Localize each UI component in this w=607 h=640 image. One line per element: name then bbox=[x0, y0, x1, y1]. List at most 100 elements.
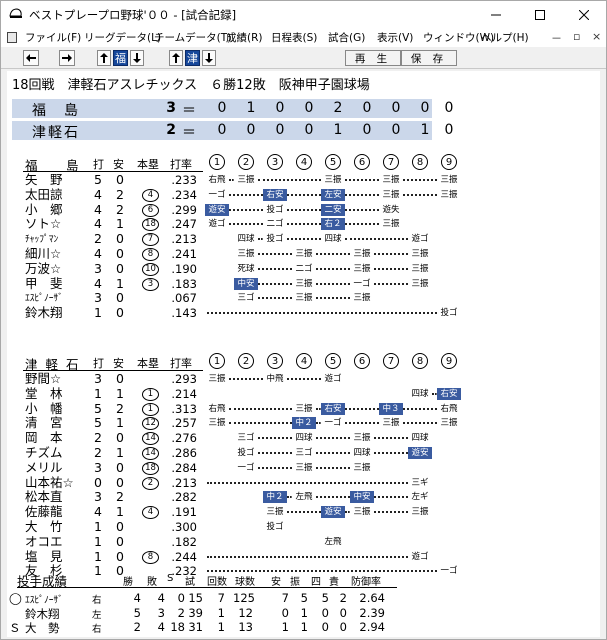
dotted-connector bbox=[403, 179, 437, 181]
home-runs: 7 bbox=[142, 233, 159, 247]
at-bat-result: 三振 bbox=[411, 263, 429, 274]
away-player-row[interactable]: 松本直 3 2 .282 中２ 左飛 中安 左ギ bbox=[7, 490, 600, 505]
at-bat-result: 四球 bbox=[411, 433, 429, 444]
next-button[interactable] bbox=[59, 50, 75, 66]
away-player-row[interactable]: 塩 見 1 0 8 .244 遊ゴ bbox=[7, 548, 600, 564]
dotted-connector bbox=[207, 555, 408, 558]
menu-schedule[interactable]: 日程表(S) bbox=[271, 30, 317, 45]
home-team-button[interactable]: 福 bbox=[113, 50, 128, 66]
at-bats: 4 bbox=[94, 504, 102, 520]
hits: 2 bbox=[116, 400, 124, 416]
home-player-row[interactable]: ｴｽﾋﾟﾉｰｻﾞ 3 0.067 三ゴ 三振 三振 bbox=[7, 291, 600, 306]
minimize-button[interactable] bbox=[474, 1, 518, 28]
close-button[interactable] bbox=[562, 1, 606, 28]
away-player-row[interactable]: メリル 3 0 18 .284 一ゴ 三振 三振 bbox=[7, 460, 600, 475]
menu-team-data[interactable]: チームデータ(T) bbox=[154, 30, 231, 45]
home-runs: 6 bbox=[142, 203, 159, 217]
losses: 4 bbox=[157, 591, 165, 605]
home-player-row[interactable]: 小 郷 4 2 6 .299 遊安 投ゴ 二安 遊失 bbox=[7, 202, 600, 217]
pitcher-row[interactable]: Ｓ大 勢右 2 4 18 31 1 13 1 1 0 0 2.94 bbox=[7, 620, 600, 635]
games: 31 bbox=[188, 620, 203, 634]
home-up-button[interactable] bbox=[97, 50, 111, 66]
at-bat-result: 遊ゴ bbox=[411, 234, 429, 245]
at-bat-result: 一ゴ bbox=[237, 462, 255, 473]
away-player-row[interactable]: 野間☆ 3 0 .293 三振 中飛 遊ゴ bbox=[7, 372, 600, 387]
inning-header: 1 bbox=[209, 154, 225, 170]
menu-league-data[interactable]: リーグデータ(L) bbox=[84, 30, 161, 45]
home-player-row[interactable]: 細川☆ 4 0 8 .241 三振 三振 三振 三振 bbox=[7, 247, 600, 261]
home-player-row[interactable]: ﾁｬｯﾌﾟﾏﾝ 2 0 7.213 四球 投ゴ 四球 遊ゴ bbox=[7, 232, 600, 247]
wins: 5 bbox=[133, 605, 141, 620]
home-player-row[interactable]: 鈴木翔 1 0 .143 投ゴ bbox=[7, 306, 600, 321]
inning-header: 5 bbox=[325, 154, 341, 170]
dotted-connector bbox=[316, 297, 350, 300]
away-player-row[interactable]: 友 杉 1 0.232 一ゴ bbox=[7, 564, 600, 579]
at-bat-result: 中飛 bbox=[266, 374, 284, 384]
player-name: 塩 見 bbox=[25, 548, 63, 564]
menu-view[interactable]: 表示(V) bbox=[377, 30, 413, 45]
player-name: 小 幡 bbox=[25, 400, 63, 416]
hits: 1 bbox=[116, 385, 124, 401]
away-player-row[interactable]: チズム 2 1 14 .286 投ゴ 三ゴ 四球 遊安 bbox=[7, 446, 600, 460]
hits: 0 bbox=[116, 519, 124, 534]
prev-button[interactable] bbox=[23, 50, 39, 66]
away-down-button[interactable] bbox=[202, 50, 216, 66]
away-player-row[interactable]: 堂 林 1 1 1.214 四球 右安 bbox=[7, 385, 600, 401]
home-player-row[interactable]: ソト☆ 4 1 18 .247 遊ゴ 二ゴ 右２ 三振 bbox=[7, 216, 600, 232]
pitching-header: 安 bbox=[271, 577, 281, 588]
mdi-minimize-icon[interactable]: － bbox=[551, 30, 562, 46]
menu-help[interactable]: ヘルプ(H) bbox=[481, 30, 529, 45]
home-down-button[interactable] bbox=[130, 50, 144, 66]
home-player-row[interactable]: 太田諒 4 2 4.234 一ゴ 右安 左安 三振 三振 bbox=[7, 187, 600, 202]
away-player-row[interactable]: 大 竹 1 0 .300 投ゴ bbox=[7, 519, 600, 535]
at-bat-result: 中２ bbox=[292, 417, 316, 430]
save-button[interactable]: 保 存 bbox=[401, 50, 457, 66]
pitching-header: 防御率 bbox=[351, 577, 381, 588]
at-bat-result: 一ゴ bbox=[440, 566, 458, 577]
menu-file[interactable]: ファイル(F) bbox=[25, 30, 81, 45]
dotted-connector bbox=[345, 407, 379, 410]
home-player-row[interactable]: 矢 野 5 0 .233 右飛 三振 三振 三振 三振 bbox=[7, 173, 600, 188]
at-bat-result: 遊安 bbox=[321, 506, 345, 519]
home-player-row[interactable]: 甲 斐 4 1 3 .183 中安 三振 一ゴ 三振 bbox=[7, 275, 600, 291]
menu-stats[interactable]: 成績(R) bbox=[226, 30, 263, 45]
dotted-connector bbox=[316, 253, 350, 255]
column-header: 打率 bbox=[170, 158, 192, 171]
dotted-connector bbox=[374, 267, 408, 270]
linescore-inning: 1 bbox=[420, 122, 430, 138]
play-button[interactable]: 再 生 bbox=[345, 50, 401, 66]
pitcher-row[interactable]: 鈴木翔左 5 3 2 39 1 12 0 1 0 0 2.39 bbox=[7, 605, 600, 621]
hits: 1 bbox=[116, 275, 124, 291]
maximize-button[interactable] bbox=[518, 1, 562, 28]
away-player-row[interactable]: 清 宮 5 1 12 .257 三振 中２ 一ゴ 三振 三振 bbox=[7, 416, 600, 431]
away-player-row[interactable]: 佐藤龍 4 1 4.191 三振 遊安 三振 三振 bbox=[7, 504, 600, 520]
dotted-connector bbox=[258, 466, 292, 469]
mdi-close-icon[interactable]: × bbox=[592, 30, 601, 43]
dotted-connector bbox=[345, 223, 379, 226]
away-player-row[interactable]: 山本祐☆ 0 0 2 .213 三ギ bbox=[7, 475, 600, 490]
pitch-count: 125 bbox=[233, 591, 255, 605]
pitching-header: 球数 bbox=[235, 577, 255, 588]
away-up-button[interactable] bbox=[169, 50, 183, 66]
era: 2.64 bbox=[359, 591, 385, 605]
away-player-row[interactable]: 小 幡 5 2 1 .313 右飛 三振 右安 中３ 右飛 bbox=[7, 400, 600, 416]
home-player-row[interactable]: 万波☆ 3 0 10 .190 死球 二ゴ 三振 三振 bbox=[7, 261, 600, 276]
document-icon[interactable] bbox=[7, 32, 17, 43]
losses: 4 bbox=[157, 620, 165, 634]
at-bat-result: 三振 bbox=[353, 507, 371, 518]
at-bat-result: 四球 bbox=[353, 448, 371, 458]
away-player-row[interactable]: 岡 本 2 0 14 .276 三ゴ 四球 三振 四球 bbox=[7, 431, 600, 446]
away-player-row[interactable]: オコエ 1 0 .182 左飛 bbox=[7, 534, 600, 549]
away-team-button[interactable]: 津 bbox=[185, 50, 200, 66]
hits: 1 bbox=[116, 216, 124, 232]
linescore-row-away: 津軽石 2 ＝ 0 0 0 0 1 0 0 1 bbox=[12, 121, 432, 141]
home-runs: 18 bbox=[142, 461, 159, 475]
home-runs: 12 bbox=[142, 417, 159, 431]
at-bat-result: 二ゴ bbox=[266, 219, 284, 230]
menu-game[interactable]: 試合(G) bbox=[328, 30, 365, 45]
losses: 3 bbox=[157, 605, 165, 620]
mdi-restore-icon[interactable]: ▫ bbox=[573, 30, 580, 43]
linescore-inning: 0 bbox=[275, 122, 285, 138]
strikeouts: 1 bbox=[300, 605, 308, 620]
pitcher-row[interactable]: ◯ ｴｽﾋﾟﾉｰｻﾞ右 4 4 0 15 7 125 7 5 5 2 2.64 bbox=[7, 591, 600, 606]
